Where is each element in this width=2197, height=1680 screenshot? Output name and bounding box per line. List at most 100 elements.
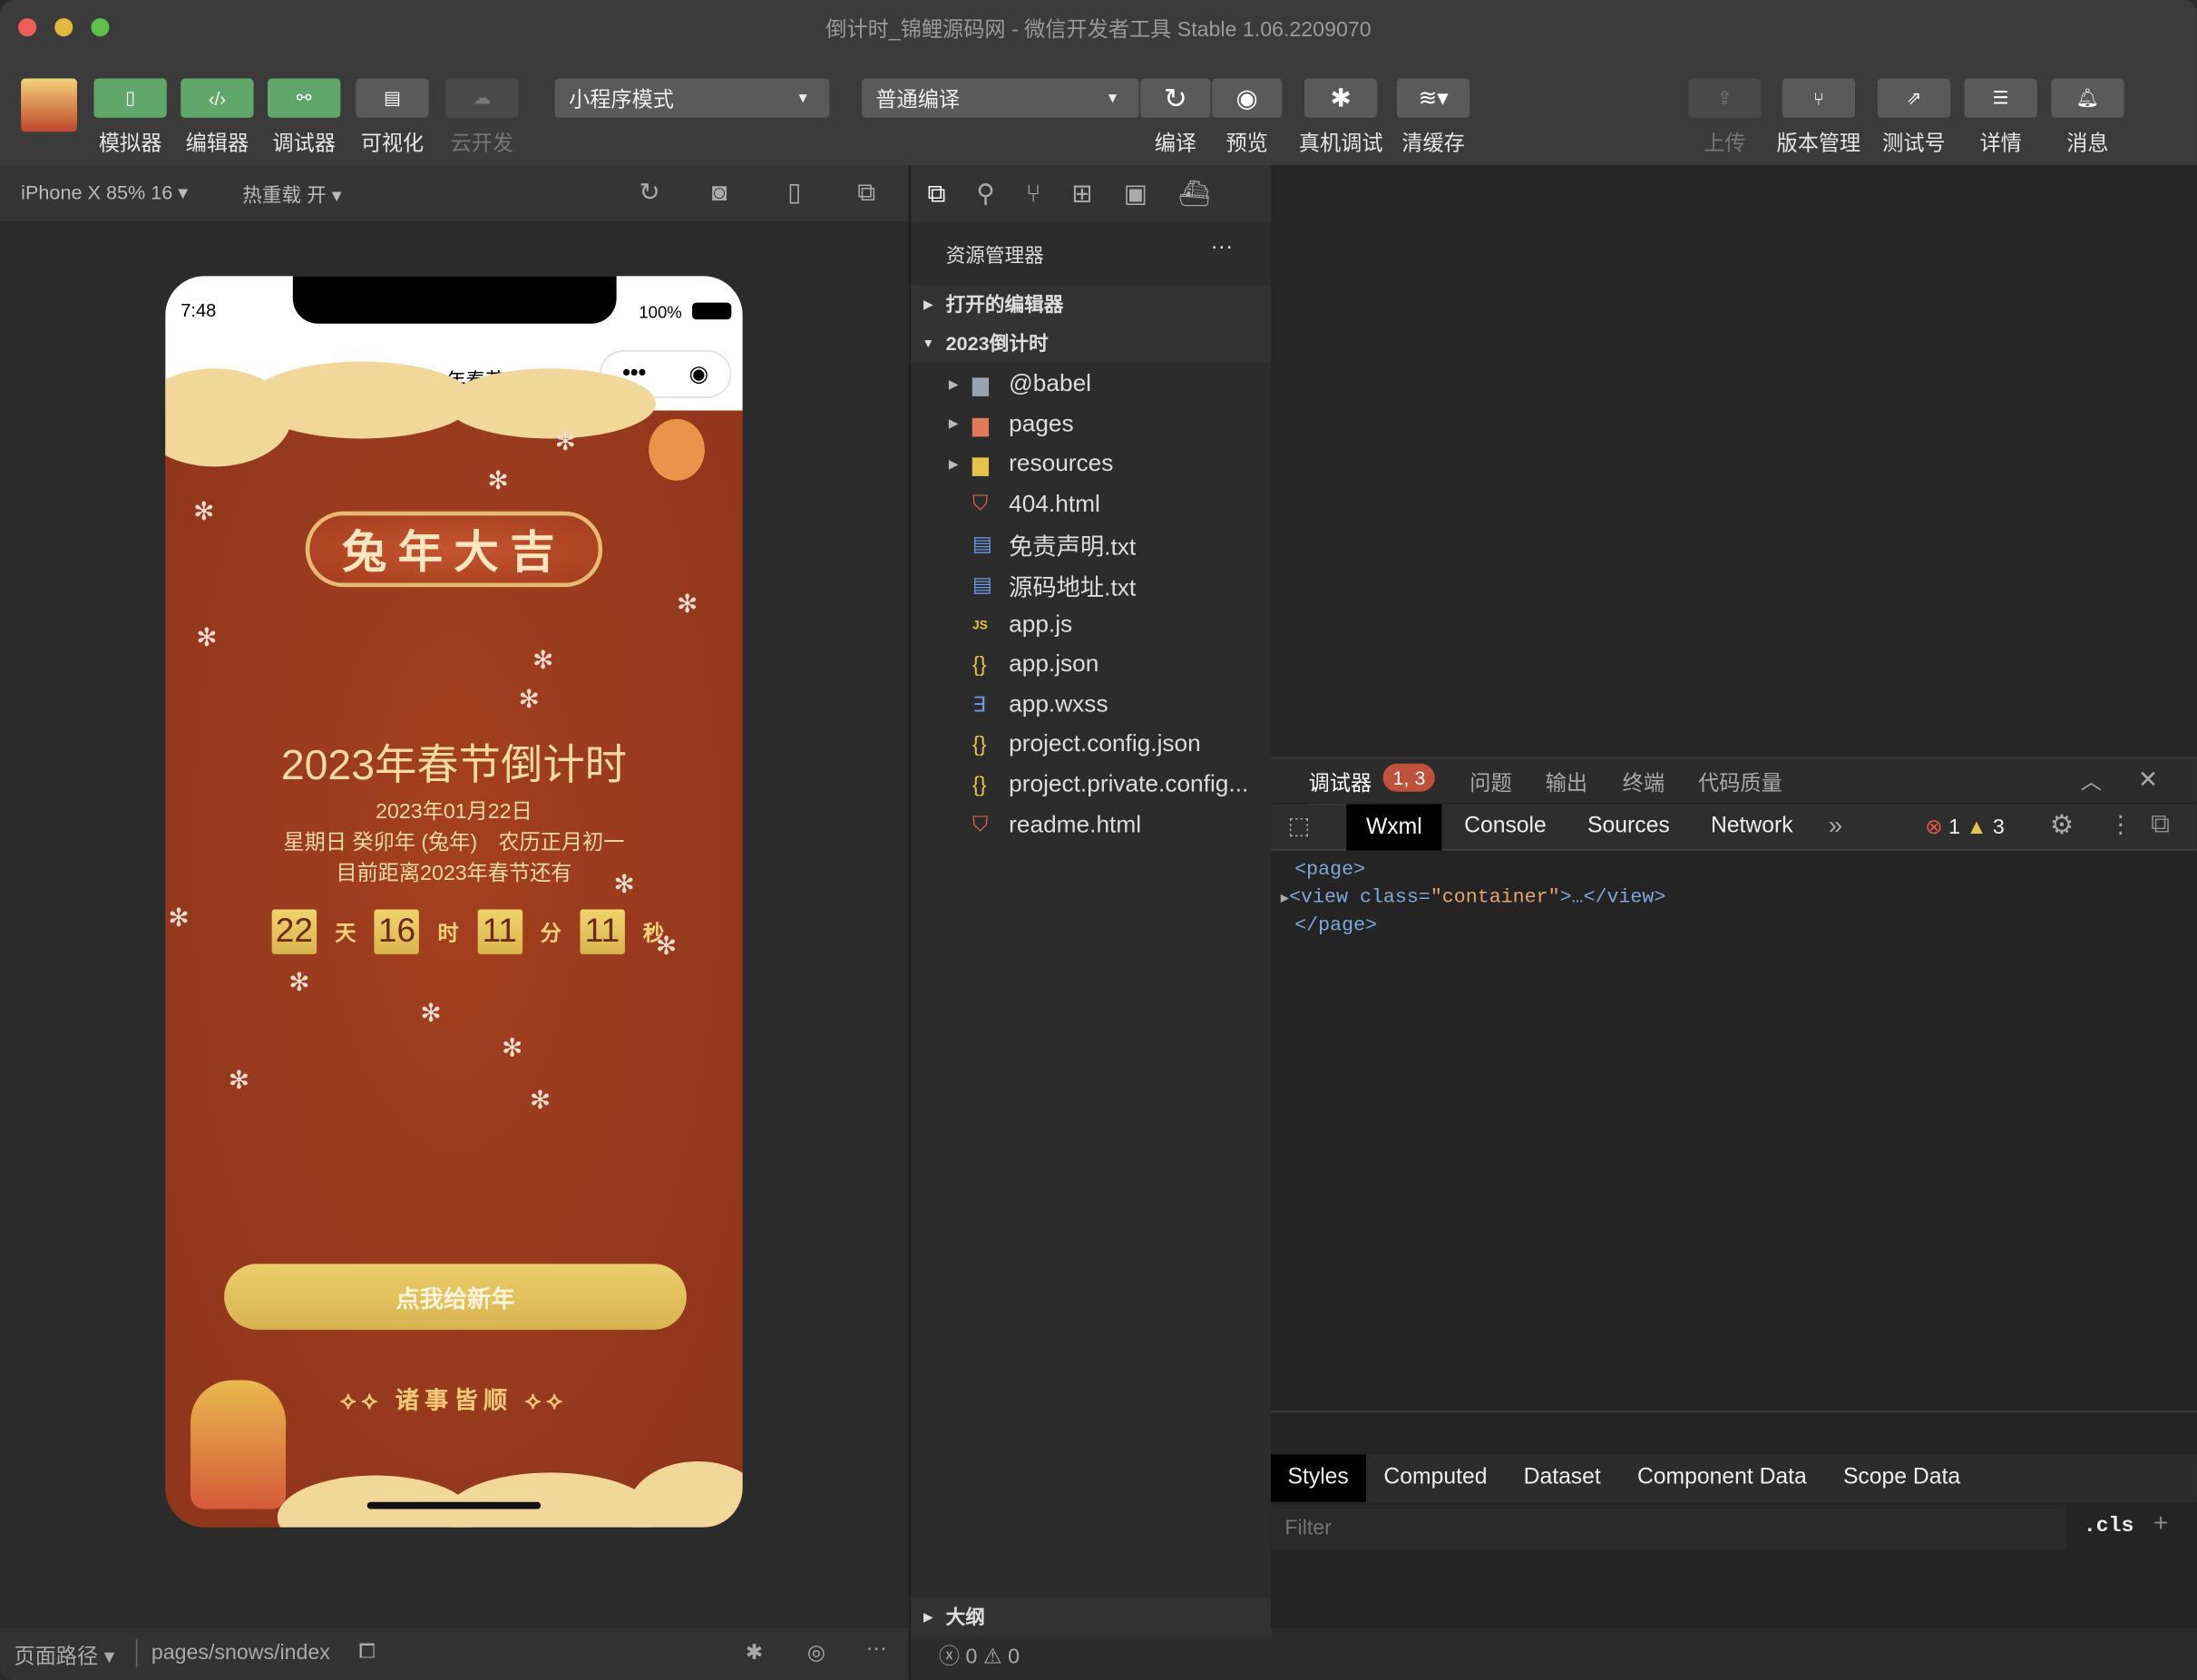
copy-icon[interactable]: ⧠ <box>358 1639 376 1663</box>
tab-computed[interactable]: Computed <box>1365 1466 1505 1491</box>
countdown-seconds: 11 <box>580 909 625 954</box>
wxml-page-close[interactable]: </page> <box>1294 913 1665 941</box>
bug-icon[interactable]: ✱ <box>746 1639 763 1665</box>
file-item[interactable]: JS app.js <box>911 605 1273 644</box>
preview-button[interactable]: ◉ <box>1212 78 1283 118</box>
tab-component-data[interactable]: Component Data <box>1619 1466 1825 1491</box>
tab-console[interactable]: Console <box>1464 814 1547 839</box>
js-file-icon: JS <box>972 617 988 631</box>
file-item[interactable]: ▤ 源码地址.txt <box>911 564 1273 603</box>
details-button[interactable]: ☰ <box>1964 78 2037 118</box>
tab-output[interactable]: 输出 <box>1546 767 1587 796</box>
cloud-button[interactable]: ☁ <box>445 78 519 118</box>
txt-file-icon: ▤ <box>972 532 992 557</box>
close-mp-icon[interactable]: ◉ <box>689 360 709 388</box>
tab-terminal[interactable]: 终端 <box>1623 767 1665 796</box>
tab-dataset[interactable]: Dataset <box>1506 1466 1619 1491</box>
tab-debugger[interactable]: 调试器 <box>1308 767 1372 807</box>
version-button[interactable]: ⑂ <box>1782 78 1856 118</box>
file-name: readme.html <box>1009 810 1142 838</box>
draw-new-year-button[interactable]: 点我给新年 <box>224 1264 687 1330</box>
chevron-right-icon: ▶ <box>923 296 933 311</box>
detach-window-icon[interactable]: ⧉ <box>857 178 875 207</box>
dock-icon[interactable]: ⧉ <box>2151 810 2170 841</box>
gear-icon[interactable]: ⚙ <box>2050 810 2074 843</box>
caret-right-icon[interactable]: ▶ <box>1281 892 1289 907</box>
files-icon[interactable]: ⧉ <box>928 179 946 208</box>
tab-styles[interactable]: Styles <box>1270 1454 1366 1502</box>
extensions-icon[interactable]: ⊞ <box>1071 179 1092 208</box>
git-icon[interactable]: ⑂ <box>1026 179 1041 208</box>
compile-button[interactable]: ↻ <box>1140 78 1211 118</box>
folder-file-icon: ▆ <box>972 453 989 477</box>
snowflake-icon: ✻ <box>487 466 509 495</box>
hot-reload-select[interactable]: 热重载 开 ▾ <box>242 181 341 209</box>
messages-button[interactable]: 🔔︎ <box>2051 78 2124 118</box>
test-account-button[interactable]: ⇗ <box>1877 78 1951 118</box>
stop-icon[interactable]: ◙ <box>712 178 727 207</box>
problems-status[interactable]: ⓧ 0 ⚠ 0 <box>939 1641 1020 1670</box>
rotate-icon[interactable]: ↻ <box>639 178 659 207</box>
warning-icon: ▲ <box>1966 815 1987 840</box>
open-editors-section[interactable]: ▶ 打开的编辑器 <box>910 284 1273 324</box>
splitter[interactable] <box>1270 1411 2197 1412</box>
file-item[interactable]: ⛉ 404.html <box>911 484 1273 523</box>
close-icon[interactable]: ✕ <box>2138 767 2158 795</box>
upload-button[interactable]: ⇪ <box>1688 78 1762 118</box>
tab-wxml[interactable]: Wxml <box>1346 804 1442 851</box>
file-item[interactable]: ∃ app.wxss <box>911 685 1273 724</box>
file-item[interactable]: ▶ ▆ resources <box>911 444 1273 483</box>
tab-scope-data[interactable]: Scope Data <box>1825 1466 1978 1491</box>
simulator-button[interactable]: ▯ <box>93 78 167 118</box>
file-item[interactable]: {} project.private.config... <box>911 765 1273 804</box>
file-name: 免责声明.txt <box>1009 533 1137 561</box>
wxml-view-node[interactable]: ▶<view class="container">…</view> <box>1281 884 1666 913</box>
editor-area <box>1270 165 2197 757</box>
page-path-select[interactable]: 页面路径 ▾ <box>14 1641 114 1670</box>
json-file-icon: {} <box>972 732 987 757</box>
tab-network[interactable]: Network <box>1711 814 1793 839</box>
save-icon[interactable]: ▣ <box>1124 179 1147 208</box>
docker-icon[interactable]: ⛴ <box>1178 179 1210 208</box>
more-tabs-icon[interactable]: » <box>1829 811 1842 840</box>
cls-toggle[interactable]: .cls <box>2084 1515 2134 1538</box>
eye-icon[interactable]: ◎ <box>807 1639 825 1665</box>
more-icon[interactable]: ··· <box>866 1636 887 1660</box>
outline-section[interactable]: ▶ 大纲 <box>910 1597 1273 1637</box>
file-item[interactable]: ▶ ▆ @babel <box>911 365 1273 404</box>
add-rule-icon[interactable]: + <box>2153 1509 2168 1538</box>
compile-select[interactable]: 普通编译 ▼ <box>861 78 1139 118</box>
file-item[interactable]: ▤ 免责声明.txt <box>911 524 1273 563</box>
countdown-heading: 2023年春节倒计时 <box>280 742 628 789</box>
chevron-up-icon[interactable]: ︿ <box>2081 767 2102 796</box>
visual-button[interactable]: ▤ <box>356 78 429 118</box>
wxml-page-open[interactable]: <page> <box>1294 857 1665 884</box>
remote-debug-label: 真机调试 <box>1298 132 1383 156</box>
mode-select[interactable]: 小程序模式 ▼ <box>554 78 830 118</box>
layers-icon: ≋▾ <box>1418 86 1449 112</box>
search-icon[interactable]: ⚲ <box>976 179 994 208</box>
tab-code-quality[interactable]: 代码质量 <box>1698 767 1782 796</box>
device-select[interactable]: iPhone X 85% 16 ▾ <box>21 181 188 204</box>
kebab-menu-icon[interactable]: ⋮ <box>2109 811 2133 839</box>
clear-cache-button[interactable]: ≋▾ <box>1396 78 1470 118</box>
avatar[interactable] <box>21 78 77 132</box>
more-icon[interactable]: ··· <box>1211 235 1234 260</box>
file-item[interactable]: {} app.json <box>911 645 1273 684</box>
remote-debug-button[interactable]: ✱ <box>1304 78 1378 118</box>
project-section[interactable]: ▼ 2023倒计时 <box>910 323 1273 364</box>
tab-sources[interactable]: Sources <box>1587 814 1670 839</box>
issue-counter[interactable]: ⊗ 1 ▲ 3 <box>1925 814 2004 839</box>
editor-button[interactable]: ‹/› <box>181 78 254 118</box>
file-name: 404.html <box>1009 490 1100 517</box>
file-name: app.wxss <box>1009 690 1108 718</box>
tab-problems[interactable]: 问题 <box>1470 767 1511 796</box>
debugger-button[interactable]: ⚯ <box>268 78 341 118</box>
file-item[interactable]: ⛉ readme.html <box>911 806 1273 845</box>
phone-icon[interactable]: ▯ <box>787 178 801 207</box>
styles-filter-input[interactable] <box>1270 1504 2067 1550</box>
file-item[interactable]: {} project.config.json <box>911 725 1273 764</box>
inspect-icon[interactable]: ⬚ <box>1287 813 1310 841</box>
file-item[interactable]: ▶ ▆ pages <box>911 405 1273 444</box>
cloud-decoration <box>627 1461 743 1528</box>
